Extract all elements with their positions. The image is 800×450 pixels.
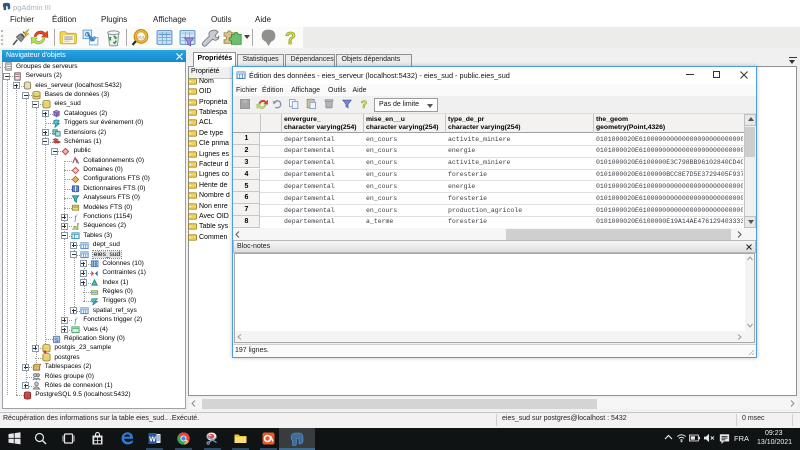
svg-text:?: ?: [285, 28, 296, 47]
svg-text:?: ?: [360, 99, 366, 110]
svg-text:f: f: [74, 316, 78, 324]
svg-text:f: f: [74, 213, 78, 221]
svg-text:W: W: [149, 437, 156, 444]
svg-text:SQL: SQL: [137, 35, 146, 40]
svg-text:S: S: [54, 337, 58, 343]
